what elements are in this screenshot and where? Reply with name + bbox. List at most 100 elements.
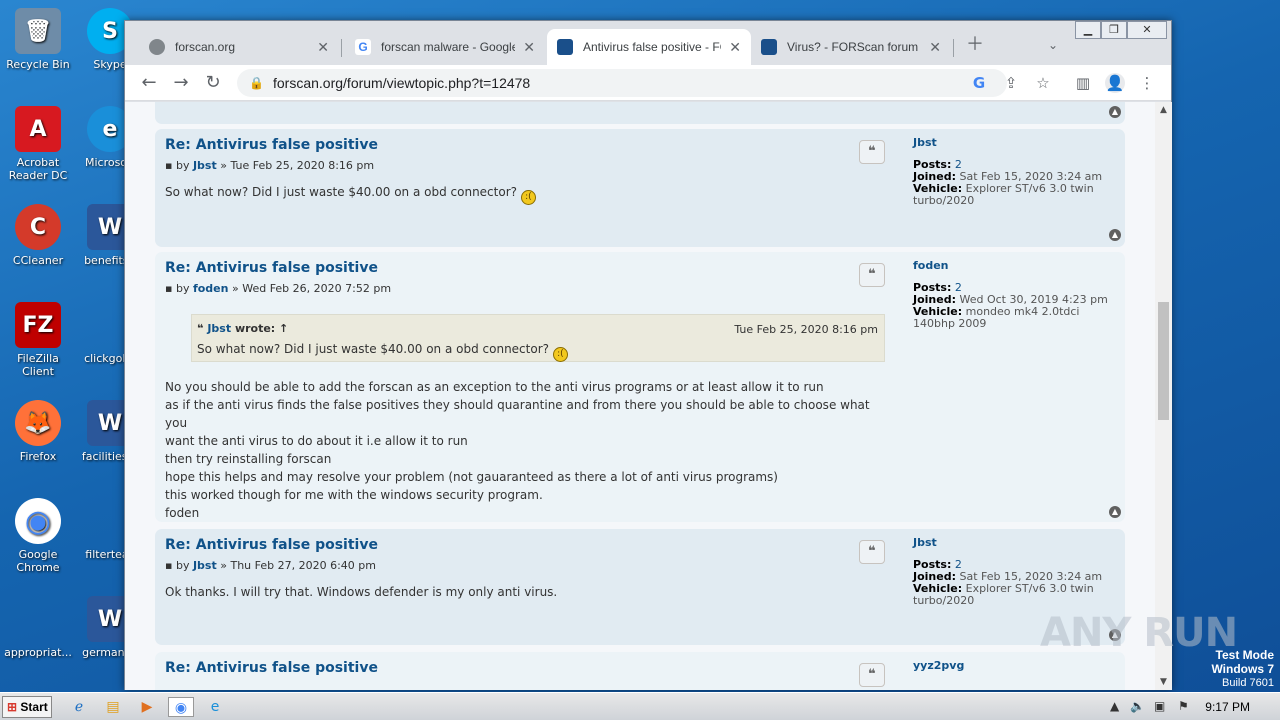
share-icon[interactable]: ⇪: [1001, 73, 1021, 93]
forum-post-partial: ▲: [155, 102, 1125, 124]
scroll-down-arrow-icon[interactable]: ▼: [1155, 674, 1172, 690]
tray-expand-icon[interactable]: ▲: [1110, 699, 1119, 713]
forscan-icon: [557, 39, 573, 55]
desktop-icon-recycle-bin[interactable]: 🗑 Recycle Bin: [0, 8, 76, 71]
back-to-top-icon[interactable]: ▲: [1109, 506, 1121, 518]
post-author-link[interactable]: foden: [193, 282, 229, 295]
quote-header: ❝ Jbst wrote: ↑: [197, 322, 289, 335]
google-icon: G: [355, 39, 371, 55]
quote-button[interactable]: ❝: [859, 540, 885, 564]
sad-emoji-icon: :(: [552, 347, 568, 362]
page-scrollbar[interactable]: ▲ ▼: [1155, 102, 1172, 690]
tab-separator: [341, 39, 342, 57]
new-tab-button[interactable]: ＋: [963, 33, 987, 57]
back-to-top-icon[interactable]: ▲: [1109, 106, 1121, 118]
windows-test-mode-notice: Test Mode Windows 7 Build 7601: [1211, 648, 1274, 689]
google-lens-icon[interactable]: G: [969, 73, 989, 93]
close-icon[interactable]: ✕: [523, 39, 535, 56]
close-icon[interactable]: ✕: [929, 39, 941, 56]
chrome-taskbar-icon[interactable]: ◉: [168, 697, 194, 717]
start-button[interactable]: ⊞ Start: [2, 696, 52, 718]
chrome-icon: ◉: [15, 498, 61, 544]
media-player-icon[interactable]: ▶: [136, 697, 158, 717]
taskbar-clock[interactable]: 9:17 PM: [1205, 700, 1250, 714]
post-title[interactable]: Re: Antivirus false positive: [165, 537, 378, 553]
back-button[interactable]: ←: [137, 71, 161, 95]
author-profile: foden Posts: 2 Joined: Wed Oct 30, 2019 …: [913, 260, 1118, 330]
lock-icon: 🔒: [249, 76, 264, 90]
profile-username[interactable]: yyz2pvg: [913, 660, 1118, 672]
post-title[interactable]: Re: Antivirus false positive: [165, 660, 378, 676]
side-panel-icon[interactable]: ▥: [1073, 73, 1093, 93]
file-explorer-icon[interactable]: ▤: [102, 697, 124, 717]
profile-username[interactable]: Jbst: [913, 537, 1118, 549]
desktop-icon-firefox[interactable]: 🦊 Firefox: [0, 400, 76, 463]
post-content: So what now? Did I just waste $40.00 on …: [165, 183, 885, 205]
scrollbar-thumb[interactable]: [1158, 302, 1169, 420]
desktop-icon-chrome[interactable]: ◉ Google Chrome: [0, 498, 76, 574]
minimize-button[interactable]: ▁: [1075, 21, 1101, 39]
post-meta: ▪ by Jbst » Tue Feb 25, 2020 8:16 pm: [165, 159, 375, 172]
sad-emoji-icon: :(: [520, 190, 536, 205]
tab-antivirus-false-positive[interactable]: Antivirus false positive - FOR ✕: [547, 29, 751, 65]
close-icon[interactable]: ✕: [729, 39, 741, 56]
firefox-icon: 🦊: [15, 400, 61, 446]
back-to-top-icon[interactable]: ▲: [1109, 229, 1121, 241]
desktop-icon-acrobat[interactable]: A Acrobat Reader DC: [0, 106, 76, 182]
post-content: Ok thanks. I will try that. Windows defe…: [165, 585, 558, 599]
taskbar: ⊞ Start ℯ ▤ ▶ ◉ e ▲ 🔈 ▣ ⚑ 9:17 PM: [0, 692, 1280, 720]
menu-kebab-icon[interactable]: ⋮: [1137, 73, 1157, 93]
quote-button[interactable]: ❝: [859, 140, 885, 164]
quote-icon: ❝: [197, 322, 204, 335]
post-author-link[interactable]: Jbst: [193, 559, 217, 572]
reload-button[interactable]: ↻: [201, 71, 225, 95]
profile-username[interactable]: foden: [913, 260, 1118, 272]
network-icon[interactable]: ▣: [1154, 699, 1165, 713]
tab-forscan-org[interactable]: forscan.org ✕: [139, 29, 339, 65]
post-quote: ❝ Jbst wrote: ↑ Tue Feb 25, 2020 8:16 pm…: [191, 314, 885, 362]
bookmark-star-icon[interactable]: ☆: [1033, 73, 1053, 93]
forum-post: Re: Antivirus false positive ▪ by Jbst »…: [155, 129, 1125, 247]
forscan-icon: [761, 39, 777, 55]
post-title[interactable]: Re: Antivirus false positive: [165, 137, 378, 153]
quote-author-link[interactable]: Jbst: [207, 322, 231, 335]
post-meta: ▪ by Jbst » Thu Feb 27, 2020 6:40 pm: [165, 559, 376, 572]
tab-strip: forscan.org ✕ G forscan malware - Google…: [125, 21, 1171, 65]
edge-taskbar-icon[interactable]: e: [204, 697, 226, 717]
window-close-button[interactable]: ✕: [1127, 21, 1167, 39]
windows-logo-icon: ⊞: [7, 700, 18, 714]
post-date: » Wed Feb 26, 2020 7:52 pm: [231, 282, 392, 295]
post-title[interactable]: Re: Antivirus false positive: [165, 260, 378, 276]
close-icon[interactable]: ✕: [317, 39, 329, 56]
desktop-icon-ccleaner[interactable]: C CCleaner: [0, 204, 76, 267]
file-icon: [15, 596, 61, 642]
tab-google-search[interactable]: G forscan malware - Google Se ✕: [345, 29, 545, 65]
quote-button[interactable]: ❝: [859, 263, 885, 287]
quote-button[interactable]: ❝: [859, 663, 885, 687]
globe-icon: [149, 39, 165, 55]
filezilla-icon: FZ: [15, 302, 61, 348]
flag-icon[interactable]: ⚑: [1178, 699, 1189, 713]
scroll-up-arrow-icon[interactable]: ▲: [1155, 102, 1172, 118]
post-icon: ▪: [165, 282, 173, 295]
author-profile: yyz2pvg: [913, 660, 1118, 682]
profile-avatar-icon[interactable]: 👤: [1105, 73, 1125, 93]
speaker-icon[interactable]: 🔈: [1130, 699, 1145, 713]
forward-button[interactable]: →: [169, 71, 193, 95]
forum-post: Re: Antivirus false positive ▪ by Jbst »…: [155, 529, 1125, 645]
recycle-bin-icon: 🗑: [15, 8, 61, 54]
post-meta: ▪ by foden » Wed Feb 26, 2020 7:52 pm: [165, 282, 392, 295]
internet-explorer-icon[interactable]: ℯ: [68, 697, 90, 717]
post-author-link[interactable]: Jbst: [193, 159, 217, 172]
forum-post: Re: Antivirus false positive ▪ by foden …: [155, 252, 1125, 522]
profile-username[interactable]: Jbst: [913, 137, 1118, 149]
tab-search-button[interactable]: ⌄: [1041, 33, 1065, 57]
restore-button[interactable]: ❐: [1101, 21, 1127, 39]
browser-toolbar: ← → ↻ 🔒 forscan.org/forum/viewtopic.php?…: [125, 65, 1171, 101]
desktop-icon-filezilla[interactable]: FZ FileZilla Client: [0, 302, 76, 378]
post-date: » Thu Feb 27, 2020 6:40 pm: [220, 559, 376, 572]
tab-virus-forscan-forum[interactable]: Virus? - FORScan forum ✕: [751, 29, 951, 65]
address-bar[interactable]: 🔒 forscan.org/forum/viewtopic.php?t=1247…: [237, 69, 1007, 97]
desktop-icon-appropriat[interactable]: appropriat...: [0, 596, 76, 659]
author-profile: Jbst Posts: 2 Joined: Sat Feb 15, 2020 3…: [913, 137, 1118, 207]
